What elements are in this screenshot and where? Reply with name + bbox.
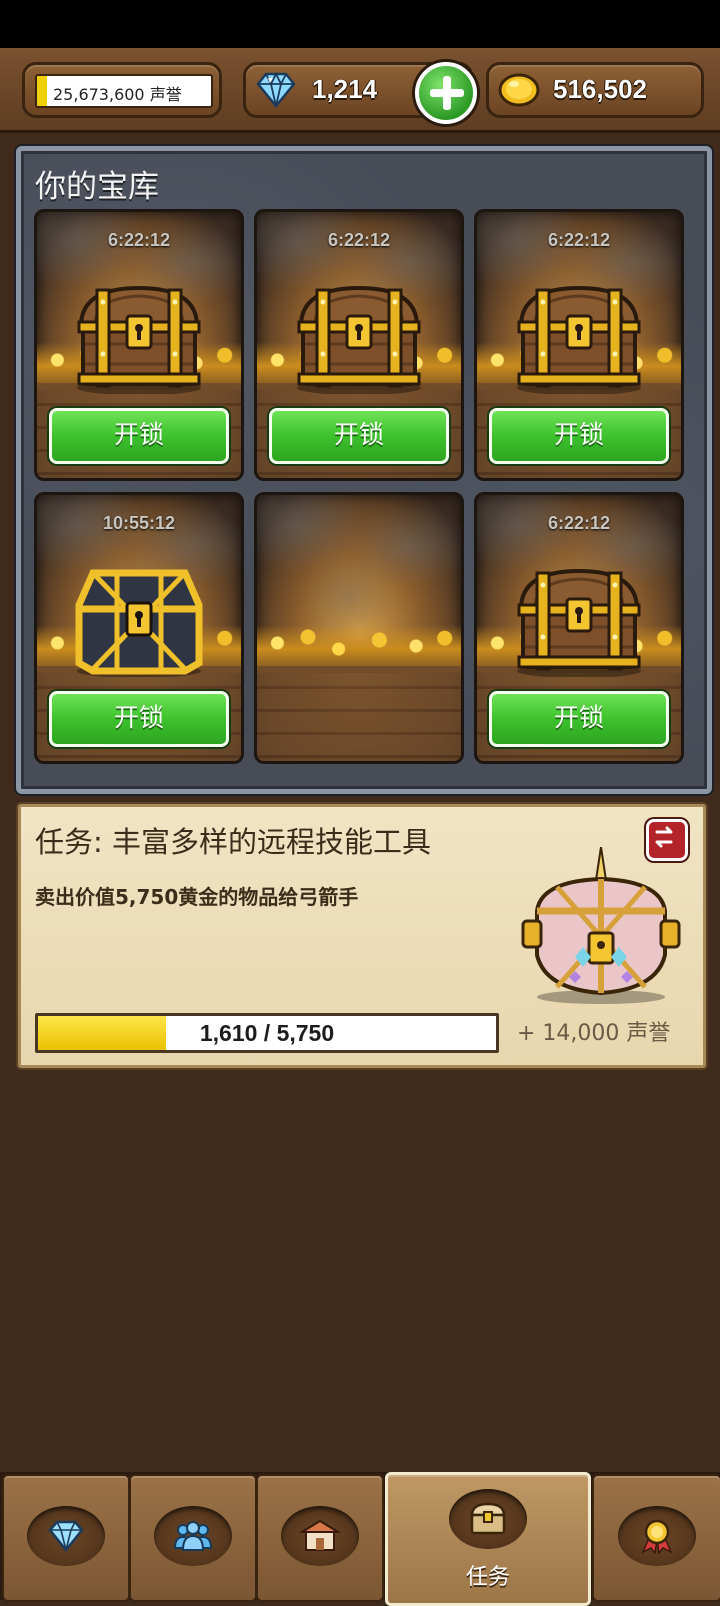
slot-timer: 6:22:12 [107, 230, 171, 250]
resource-bar: 25,673,600 声誉 1,214 516,502 [0, 48, 720, 133]
vault-title: 你的宝库 [35, 169, 159, 205]
nav-tab-gems[interactable] [2, 1474, 130, 1602]
reputation-meter-fill [37, 76, 48, 106]
vault-slot-6[interactable]: 6:22:12 开锁 [474, 492, 684, 764]
reputation-meter: 25,673,600 声誉 [35, 74, 213, 108]
vault-panel: 你的宝库 6:22:12 开锁 6:22:12 开锁 6:22:12 开锁 10… [16, 146, 712, 794]
nav-tab-label: 任务 [465, 1565, 510, 1590]
vault-slot-5-empty [254, 492, 464, 764]
quest-title: 任务: 丰富多样的远程技能工具 [35, 825, 431, 859]
gold-coin-icon [498, 73, 540, 107]
quest-panel: 任务: 丰富多样的远程技能工具 卖出价值5,750黄金的物品给弓箭手 1,610… [18, 804, 706, 1068]
reputation-pill[interactable]: 25,673,600 声誉 [22, 62, 222, 118]
buy-gems-button[interactable] [415, 62, 477, 124]
bottom-nav: 任务 [0, 1472, 720, 1606]
diamond-icon [256, 71, 296, 108]
nav-tab-quests[interactable]: 任务 [385, 1472, 591, 1606]
unlock-button[interactable]: 开锁 [269, 408, 449, 464]
quest-progress-text: 1,610 / 5,750 [199, 1020, 335, 1046]
market-icon [300, 1519, 340, 1551]
quest-description: 卖出价值5,750黄金的物品给弓箭手 [35, 885, 359, 909]
slot-timer: 6:22:12 [547, 230, 611, 250]
gem-icon [48, 1520, 84, 1553]
status-bar [0, 0, 720, 48]
nav-tab-achievements[interactable] [592, 1474, 720, 1602]
vault-slot-1[interactable]: 6:22:12 开锁 [34, 209, 244, 481]
unlock-button[interactable]: 开锁 [49, 691, 229, 747]
unlock-button[interactable]: 开锁 [489, 408, 669, 464]
wooden-chest-icon [513, 282, 645, 394]
reputation-value: 25,673,600 声誉 [53, 85, 182, 104]
wooden-chest-icon [293, 282, 425, 394]
reward-chest-icon [521, 847, 681, 1004]
vault-slot-4[interactable]: 10:55:12 开锁 [34, 492, 244, 764]
nav-tab-heroes[interactable] [129, 1474, 257, 1602]
unlock-button[interactable]: 开锁 [489, 691, 669, 747]
gold-pill[interactable]: 516,502 [486, 62, 704, 118]
medal-icon [641, 1519, 673, 1554]
nav-tab-market[interactable] [256, 1474, 384, 1602]
group-icon [173, 1521, 213, 1551]
gems-value: 1,214 [312, 74, 378, 104]
quest-reward: + 14,000 声誉 [517, 1021, 671, 1046]
slot-timer: 10:55:12 [102, 513, 176, 533]
chest-icon [470, 1502, 506, 1535]
quest-progress-bar: 1,610 / 5,750 [35, 1013, 499, 1053]
unlock-button[interactable]: 开锁 [49, 408, 229, 464]
iron-chest-icon [73, 565, 205, 677]
slot-timer: 6:22:12 [327, 230, 391, 250]
wooden-chest-icon [73, 282, 205, 394]
gold-value: 516,502 [553, 74, 647, 104]
slot-timer: 6:22:12 [547, 513, 611, 533]
wooden-chest-icon [513, 565, 645, 677]
vault-slot-2[interactable]: 6:22:12 开锁 [254, 209, 464, 481]
vault-slot-3[interactable]: 6:22:12 开锁 [474, 209, 684, 481]
